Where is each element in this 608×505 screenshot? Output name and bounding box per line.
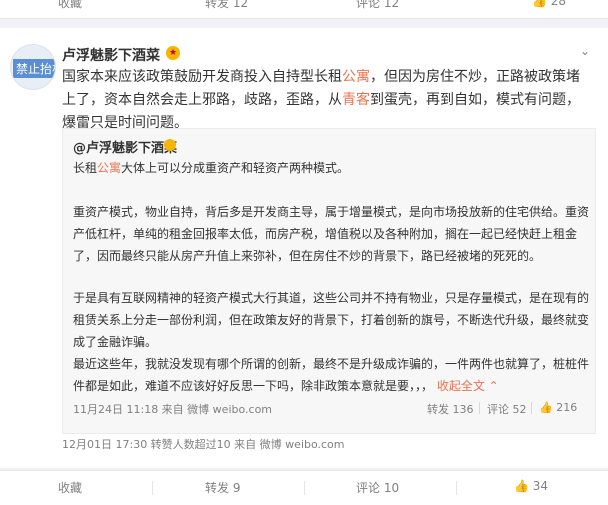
- collapse-label: 收起全文: [436, 379, 485, 393]
- avatar-text: 禁止抬杠: [13, 59, 55, 78]
- like-count: 34: [532, 479, 549, 493]
- vip-badge-icon: ★: [166, 46, 180, 60]
- repost-repost-count[interactable]: 转发 136: [427, 401, 474, 417]
- post-timestamp: 12月01日 17:30 转赞人数超过10 来自 微博 weibo.com: [62, 438, 345, 451]
- like-count-prev: 28: [550, 0, 567, 8]
- repost-sep-2: [531, 402, 532, 414]
- action-divider-3: [456, 481, 457, 495]
- repost-paragraph-4: 最近这些年，我就没发现有哪个所谓的创新，最终不是升级成诈骗的，一件两件也就算了，…: [73, 353, 593, 397]
- repost-vip-badge-icon: [164, 139, 176, 151]
- keyword-link-1[interactable]: 公寓: [342, 69, 370, 85]
- post-text: 国家本来应该政策鼓励开发商投入自持型长租公寓，但因为房住不炒，正路被政策堵上了，…: [62, 66, 592, 135]
- previous-post-action-bar: 收藏 转发 12 评论 12 👍 28: [0, 0, 608, 19]
- collapse-link[interactable]: 收起全文 ⌃: [437, 379, 499, 393]
- like-button-prev[interactable]: 👍 28: [532, 0, 566, 8]
- repost-keyword-link[interactable]: 公寓: [97, 161, 121, 175]
- repost-sep-1: [479, 402, 480, 414]
- comment-button-prev[interactable]: 评论 12: [356, 0, 399, 11]
- repost-like-count: 216: [556, 401, 578, 414]
- repost-p1-before: 长租: [73, 161, 98, 175]
- action-divider-1: [152, 481, 153, 495]
- action-divider-2: [304, 481, 305, 495]
- author-name[interactable]: 卢浮魅影下酒菜: [62, 45, 160, 65]
- repost-p1-after: 大体上可以分成重资产和轻资产两种模式。: [121, 161, 350, 175]
- repost-paragraph-1: 长租公寓大体上可以分成重资产和轻资产两种模式。: [73, 157, 593, 179]
- keyword-link-2[interactable]: 青客: [342, 92, 370, 108]
- repost-comment-count[interactable]: 评论 52: [487, 401, 527, 417]
- collect-button-prev[interactable]: 收藏: [58, 0, 82, 11]
- repost-timestamp: 11月24日 11:18 来自 微博 weibo.com: [73, 403, 273, 416]
- repost-author[interactable]: @卢浮魅影下酒菜: [73, 137, 177, 156]
- repost-p4-text: 最近这些年，我就没发现有哪个所谓的创新，最终不是升级成诈骗的，一件两件也就算了，…: [73, 357, 590, 393]
- repost-button-prev[interactable]: 转发 12: [205, 0, 248, 11]
- repost-paragraph-2: 重资产模式，物业自持，背后多是开发商主导，属于增量模式，是向市场投放新的住宅供给…: [73, 205, 590, 263]
- reposted-content: @卢浮魅影下酒菜 长租公寓大体上可以分成重资产和轻资产两种模式。 重资产模式，物…: [62, 128, 596, 434]
- like-button[interactable]: 👍 34: [514, 479, 548, 493]
- repost-paragraph-3: 于是具有互联网精神的轻资产模式大行其道，这些公司并不持有物业，只是存量模式，是在…: [73, 291, 590, 349]
- repost-button[interactable]: 转发 9: [205, 479, 240, 496]
- repost-like[interactable]: 👍 216: [539, 401, 577, 414]
- post-action-bar: 收藏 转发 9 评论 10 👍 34: [0, 470, 608, 505]
- collect-button[interactable]: 收藏: [58, 479, 82, 496]
- comment-button[interactable]: 评论 10: [356, 479, 399, 496]
- chevron-down-icon[interactable]: ⌄: [580, 44, 590, 58]
- avatar[interactable]: 禁止抬杠: [10, 44, 56, 90]
- post-text-part-1: 国家本来应该政策鼓励开发商投入自持型长租: [62, 69, 342, 85]
